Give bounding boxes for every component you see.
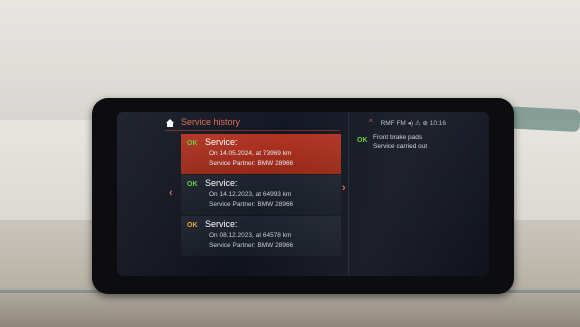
item-date: On 08.12.2023, at 64578 km <box>209 232 292 239</box>
item-date: On 14.12.2023, at 64993 km <box>209 191 292 198</box>
detail-badge: OK <box>357 137 368 144</box>
status-text: RMF FM ◂) ⚠ ⊕ 10:16 <box>380 120 447 127</box>
status-badge: OK <box>187 222 198 229</box>
chevron-up-icon[interactable]: ^ <box>369 118 373 127</box>
status-badge: OK <box>187 140 198 147</box>
service-list: OK Service: On 14.05.2024, at 73969 km S… <box>181 134 341 257</box>
status-bar: ^ RMF FM ◂) ⚠ ⊕ 10:16 <box>369 118 446 127</box>
item-title: Service: <box>205 178 238 188</box>
detail-item: Front brake pads <box>373 134 423 141</box>
infotainment-screen: Service history ^ RMF FM ◂) ⚠ ⊕ 10:16 ‹ … <box>117 112 489 276</box>
home-icon[interactable] <box>165 118 175 128</box>
item-title: Service: <box>205 137 238 147</box>
item-date: On 14.05.2024, at 73969 km <box>209 150 292 157</box>
chevron-right-icon[interactable]: › <box>342 182 346 194</box>
list-item[interactable]: OK Service: On 14.05.2024, at 73969 km S… <box>181 134 341 174</box>
list-item[interactable]: OK Service: On 08.12.2023, at 64578 km S… <box>181 216 341 256</box>
chevron-left-icon[interactable]: ‹ <box>169 187 173 199</box>
item-partner: Service Partner: BMW 28966 <box>209 242 294 249</box>
item-partner: Service Partner: BMW 28966 <box>209 201 294 208</box>
page-title: Service history <box>181 117 241 127</box>
list-item[interactable]: OK Service: On 14.12.2023, at 64993 km S… <box>181 175 341 215</box>
panel-divider <box>348 112 349 276</box>
item-title: Service: <box>205 219 238 229</box>
status-badge: OK <box>187 181 198 188</box>
item-partner: Service Partner: BMW 28966 <box>209 160 294 167</box>
title-divider <box>165 130 340 131</box>
detail-status: Service carried out <box>373 143 428 150</box>
